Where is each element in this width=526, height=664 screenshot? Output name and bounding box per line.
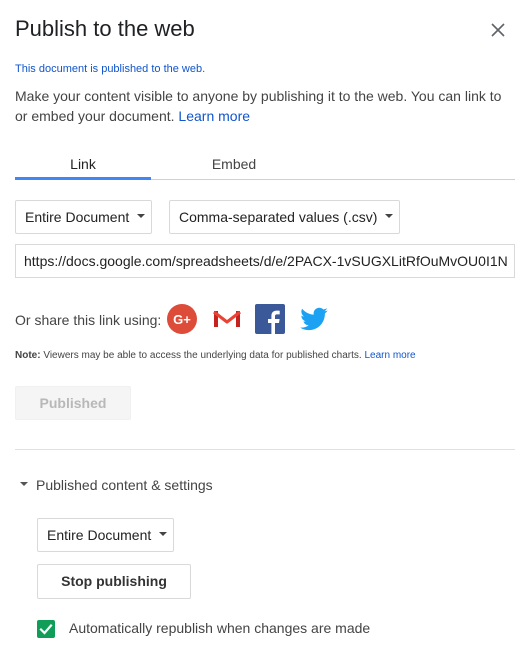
chevron-down-icon [385, 214, 394, 219]
facebook-icon[interactable] [255, 304, 285, 334]
stop-publishing-button[interactable]: Stop publishing [37, 564, 191, 599]
svg-text:G+: G+ [173, 312, 191, 327]
format-select[interactable]: Comma-separated values (.csv) [169, 200, 400, 234]
format-select-value: Comma-separated values (.csv) [179, 209, 378, 225]
note-prefix: Note: [15, 350, 41, 361]
triangle-down-icon [20, 482, 28, 487]
checkmark-icon [39, 623, 53, 635]
section-divider [15, 449, 515, 450]
twitter-icon[interactable] [299, 304, 329, 334]
published-status: This document is published to the web. [15, 63, 206, 75]
tab-link[interactable]: Link [15, 150, 151, 180]
settings-toggle-label: Published content & settings [36, 477, 213, 493]
tab-bar: Link Embed [15, 150, 515, 180]
description: Make your content visible to anyone by p… [15, 86, 515, 126]
scope-select-value: Entire Document [25, 209, 130, 225]
learn-more-link[interactable]: Learn more [178, 108, 250, 124]
published-url-field[interactable]: https://docs.google.com/spreadsheets/d/e… [15, 244, 515, 278]
scope-select[interactable]: Entire Document [15, 200, 152, 234]
note-learn-more-link[interactable]: Learn more [364, 350, 415, 361]
published-settings-toggle[interactable]: Published content & settings [20, 477, 213, 497]
gmail-icon[interactable] [212, 304, 242, 334]
share-label: Or share this link using: [15, 312, 162, 328]
settings-scope-select-value: Entire Document [47, 527, 152, 543]
chevron-down-icon [137, 214, 146, 219]
publish-dialog: Publish to the web This document is publ… [0, 0, 526, 664]
chevron-down-icon [159, 532, 168, 537]
note-text: Viewers may be able to access the underl… [43, 350, 362, 361]
share-row: Or share this link using: G+ [15, 304, 515, 336]
settings-scope-select[interactable]: Entire Document [37, 518, 174, 552]
tab-embed[interactable]: Embed [166, 150, 302, 180]
auto-republish-checkbox[interactable] [37, 620, 55, 638]
dialog-title: Publish to the web [15, 16, 195, 41]
close-icon[interactable] [489, 21, 507, 39]
google-plus-icon[interactable]: G+ [167, 304, 197, 334]
charts-note: Note: Viewers may be able to access the … [15, 350, 416, 361]
published-button: Published [15, 386, 131, 420]
auto-republish-label: Automatically republish when changes are… [69, 620, 371, 636]
active-tab-indicator [15, 177, 151, 180]
description-text: Make your content visible to anyone by p… [15, 88, 502, 124]
